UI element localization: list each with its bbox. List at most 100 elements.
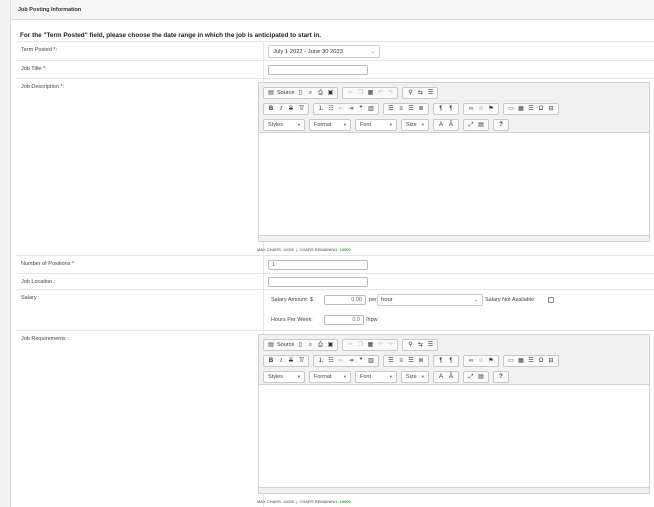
redo-icon[interactable]: ↷ (385, 340, 395, 350)
strike-button[interactable]: S (286, 356, 296, 366)
show-blocks-icon[interactable]: ▤ (476, 372, 486, 382)
bold-button[interactable]: B (266, 104, 276, 114)
show-blocks-icon[interactable]: ▤ (476, 120, 486, 130)
format-combo[interactable]: Format ▾ (309, 119, 351, 131)
image-icon[interactable]: ▭ (506, 104, 516, 114)
undo-icon[interactable]: ↶ (375, 340, 385, 350)
numbered-list-icon[interactable]: ⒈ (316, 104, 326, 114)
remove-format-icon[interactable]: T̸ (296, 104, 306, 114)
outdent-icon[interactable]: ⇤ (336, 356, 346, 366)
align-center-icon[interactable]: ≡ (396, 104, 406, 114)
bulleted-list-icon[interactable]: ☷ (326, 104, 336, 114)
align-center-icon[interactable]: ≡ (396, 356, 406, 366)
div-icon[interactable]: ▥ (366, 104, 376, 114)
paste-icon[interactable]: ▦ (365, 88, 375, 98)
help-button[interactable]: ? (496, 372, 506, 382)
replace-icon[interactable]: ⇆ (415, 340, 425, 350)
copy-icon[interactable]: ❐ (355, 88, 365, 98)
bg-color-icon[interactable]: Ā (446, 120, 456, 130)
link-icon[interactable]: ∞ (466, 104, 476, 114)
cut-icon[interactable]: ✂ (345, 88, 355, 98)
special-char-icon[interactable]: Ω (536, 104, 546, 114)
templates-icon[interactable]: ▣ (325, 88, 335, 98)
div-icon[interactable]: ▥ (366, 356, 376, 366)
job-description-textarea[interactable] (259, 133, 649, 235)
unlink-icon[interactable]: ⊘ (476, 104, 486, 114)
find-icon[interactable]: ⚲ (405, 340, 415, 350)
blockquote-icon[interactable]: ❞ (356, 356, 366, 366)
bg-color-icon[interactable]: Ā (446, 372, 456, 382)
redo-icon[interactable]: ↷ (385, 88, 395, 98)
text-color-icon[interactable]: A (436, 372, 446, 382)
salary-period-select[interactable]: hour ⌄ (377, 294, 483, 306)
templates-icon[interactable]: ▣ (325, 340, 335, 350)
preview-icon[interactable]: ⌕ (305, 340, 315, 350)
outdent-icon[interactable]: ⇤ (336, 104, 346, 114)
select-all-icon[interactable]: ☰ (425, 88, 435, 98)
table-icon[interactable]: ▦ (516, 356, 526, 366)
source-icon[interactable]: ▤ (266, 88, 276, 98)
preview-icon[interactable]: ⌕ (305, 88, 315, 98)
ltr-icon[interactable]: ¶ (436, 104, 446, 114)
page-break-icon[interactable]: ⊟ (546, 104, 556, 114)
remove-format-icon[interactable]: T̸ (296, 356, 306, 366)
maximize-icon[interactable]: ⤢ (466, 120, 476, 130)
indent-icon[interactable]: ⇥ (346, 104, 356, 114)
align-left-icon[interactable]: ☰ (386, 104, 396, 114)
horizontal-line-icon[interactable]: ☰ (526, 356, 536, 366)
font-combo[interactable]: Font ▾ (355, 119, 397, 131)
size-combo[interactable]: Size ▾ (401, 119, 429, 131)
page-break-icon[interactable]: ⊟ (546, 356, 556, 366)
special-char-icon[interactable]: Ω (536, 356, 546, 366)
hours-per-week-input[interactable]: 0.0 (324, 315, 364, 325)
align-right-icon[interactable]: ☰ (406, 356, 416, 366)
print-icon[interactable]: ⎙ (315, 340, 325, 350)
undo-icon[interactable]: ↶ (375, 88, 385, 98)
paste-icon[interactable]: ▦ (365, 340, 375, 350)
bold-button[interactable]: B (266, 356, 276, 366)
salary-amount-input[interactable]: 0.00 (324, 295, 366, 305)
indent-icon[interactable]: ⇥ (346, 356, 356, 366)
numbered-list-icon[interactable]: ⒈ (316, 356, 326, 366)
table-icon[interactable]: ▦ (516, 104, 526, 114)
select-all-icon[interactable]: ☰ (425, 340, 435, 350)
anchor-icon[interactable]: ⚑ (486, 356, 496, 366)
source-button[interactable]: Source (276, 88, 295, 98)
align-left-icon[interactable]: ☰ (386, 356, 396, 366)
source-button[interactable]: Source (276, 340, 295, 350)
justify-icon[interactable]: ≣ (416, 356, 426, 366)
styles-combo[interactable]: Styles ▾ (263, 371, 305, 383)
italic-button[interactable]: I (276, 356, 286, 366)
anchor-icon[interactable]: ⚑ (486, 104, 496, 114)
format-combo[interactable]: Format ▾ (309, 371, 351, 383)
italic-button[interactable]: I (276, 104, 286, 114)
rtl-icon[interactable]: ¶ (446, 104, 456, 114)
help-button[interactable]: ? (496, 120, 506, 130)
new-page-icon[interactable]: ▯ (295, 88, 305, 98)
styles-combo[interactable]: Styles ▾ (263, 119, 305, 131)
ltr-icon[interactable]: ¶ (436, 356, 446, 366)
print-icon[interactable]: ⎙ (315, 88, 325, 98)
bulleted-list-icon[interactable]: ☷ (326, 356, 336, 366)
term-posted-select[interactable]: July 1 2022 - June 30 2023 ⌄ (268, 45, 380, 58)
copy-icon[interactable]: ❐ (355, 340, 365, 350)
find-icon[interactable]: ⚲ (405, 88, 415, 98)
blockquote-icon[interactable]: ❞ (356, 104, 366, 114)
link-icon[interactable]: ∞ (466, 356, 476, 366)
source-icon[interactable]: ▤ (266, 340, 276, 350)
new-page-icon[interactable]: ▯ (295, 340, 305, 350)
size-combo[interactable]: Size ▾ (401, 371, 429, 383)
unlink-icon[interactable]: ⊘ (476, 356, 486, 366)
salary-not-available-checkbox[interactable] (548, 297, 554, 303)
align-right-icon[interactable]: ☰ (406, 104, 416, 114)
job-title-input[interactable] (268, 65, 368, 75)
replace-icon[interactable]: ⇆ (415, 88, 425, 98)
image-icon[interactable]: ▭ (506, 356, 516, 366)
justify-icon[interactable]: ≣ (416, 104, 426, 114)
rtl-icon[interactable]: ¶ (446, 356, 456, 366)
job-requirements-textarea[interactable] (259, 385, 649, 487)
num-positions-input[interactable]: 1 (268, 260, 368, 270)
text-color-icon[interactable]: A (436, 120, 446, 130)
horizontal-line-icon[interactable]: ☰ (526, 104, 536, 114)
job-location-input[interactable] (268, 277, 368, 287)
